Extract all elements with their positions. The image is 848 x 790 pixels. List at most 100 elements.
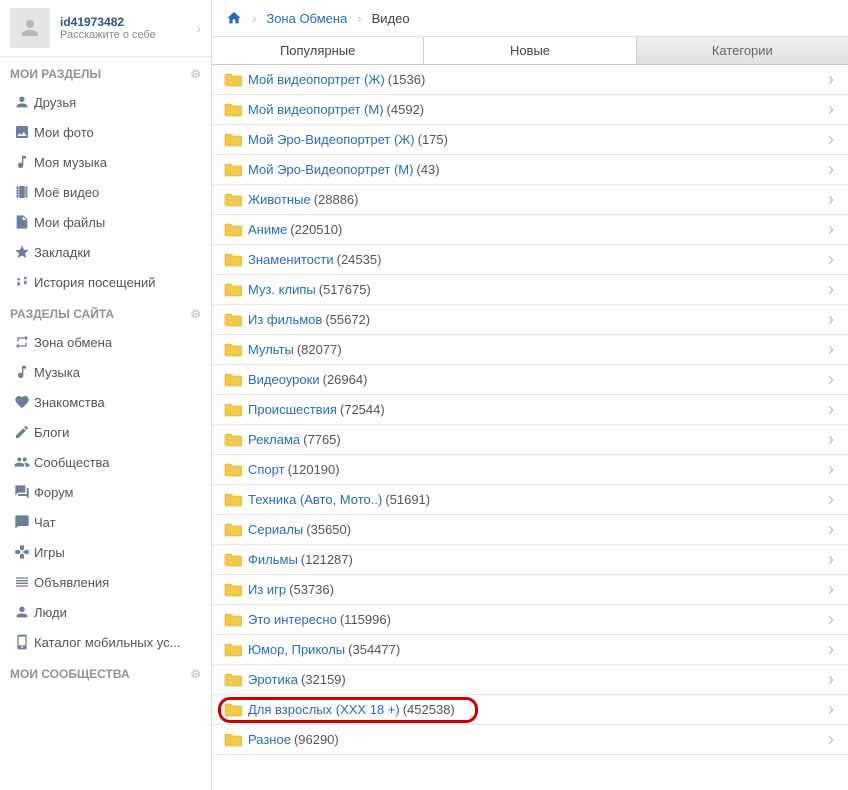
folder-row[interactable]: Эротика (32159)› — [212, 665, 848, 695]
folder-icon — [224, 193, 242, 207]
nav-my-item-5[interactable]: Закладки — [0, 237, 211, 267]
user-icon — [10, 94, 34, 110]
gear-icon[interactable]: ⚙ — [190, 307, 201, 321]
tabs: Популярные Новые Категории — [212, 37, 848, 65]
nav-my-item-6[interactable]: История посещений — [0, 267, 211, 297]
folder-row[interactable]: Аниме (220510)› — [212, 215, 848, 245]
music-icon — [10, 364, 34, 380]
nav-my-item-4[interactable]: Мои файлы — [0, 207, 211, 237]
nav-site-item-8[interactable]: Объявления — [0, 567, 211, 597]
folder-name: Знаменитости — [248, 252, 334, 267]
folder-name: Аниме — [248, 222, 287, 237]
folder-row[interactable]: Муз. клипы (517675)› — [212, 275, 848, 305]
folder-icon — [224, 163, 242, 177]
folder-row[interactable]: Знаменитости (24535)› — [212, 245, 848, 275]
nav-site-item-6[interactable]: Чат — [0, 507, 211, 537]
folder-row[interactable]: Для взрослых (XXX 18 +) (452538)› — [212, 695, 848, 725]
folder-icon — [224, 643, 242, 657]
sidebar: id41973482 Расскажите о себе › МОИ РАЗДЕ… — [0, 0, 212, 790]
home-icon[interactable] — [226, 10, 242, 26]
chevron-right-icon: › — [828, 369, 834, 390]
games-icon — [10, 544, 34, 560]
heart-icon — [10, 394, 34, 410]
folder-row[interactable]: Реклама (7765)› — [212, 425, 848, 455]
gear-icon[interactable]: ⚙ — [190, 667, 201, 681]
folder-row[interactable]: Животные (28886)› — [212, 185, 848, 215]
folder-icon — [224, 313, 242, 327]
nav-label: Каталог мобильных ус... — [34, 635, 180, 650]
folder-row[interactable]: Происшествия (72544)› — [212, 395, 848, 425]
nav-my-item-0[interactable]: Друзья — [0, 87, 211, 117]
folder-row[interactable]: Мой Эро-Видеопортрет (Ж) (175)› — [212, 125, 848, 155]
folder-count: (517675) — [319, 282, 371, 297]
person-icon — [10, 604, 34, 620]
chevron-right-icon: › — [828, 249, 834, 270]
chevron-right-icon: › — [828, 189, 834, 210]
folder-count: (43) — [416, 162, 439, 177]
chat-icon — [10, 514, 34, 530]
nav-my-item-3[interactable]: Моё видео — [0, 177, 211, 207]
chevron-right-icon: › — [828, 699, 834, 720]
breadcrumb-link[interactable]: Зона Обмена — [266, 11, 347, 26]
tab-new[interactable]: Новые — [424, 37, 636, 64]
profile[interactable]: id41973482 Расскажите о себе › — [0, 0, 211, 57]
folder-row[interactable]: Сериалы (35650)› — [212, 515, 848, 545]
folder-row[interactable]: Разное (96290)› — [212, 725, 848, 755]
folder-icon — [224, 103, 242, 117]
folder-row[interactable]: Из игр (53736)› — [212, 575, 848, 605]
nav-label: Объявления — [34, 575, 109, 590]
nav-site-item-9[interactable]: Люди — [0, 597, 211, 627]
folder-row[interactable]: Техника (Авто, Мото..) (51691)› — [212, 485, 848, 515]
folder-icon — [224, 463, 242, 477]
folder-name: Мой Эро-Видеопортрет (М) — [248, 162, 413, 177]
folder-row[interactable]: Юмор, Приколы (354477)› — [212, 635, 848, 665]
profile-about[interactable]: Расскажите о себе — [60, 29, 197, 41]
folder-name: Спорт — [248, 462, 285, 477]
folder-icon — [224, 343, 242, 357]
chevron-right-icon: › — [828, 549, 834, 570]
chevron-right-icon: › — [828, 519, 834, 540]
folder-row[interactable]: Видеоуроки (26964)› — [212, 365, 848, 395]
nav-site-item-10[interactable]: Каталог мобильных ус... — [0, 627, 211, 657]
folder-count: (51691) — [385, 492, 430, 507]
chevron-right-icon: › — [828, 609, 834, 630]
avatar — [10, 8, 50, 48]
folder-row[interactable]: Из фильмов (55672)› — [212, 305, 848, 335]
main: › Зона Обмена › Видео Популярные Новые К… — [212, 0, 848, 790]
section-header-my: МОИ РАЗДЕЛЫ ⚙ — [0, 57, 211, 87]
chevron-right-icon: › — [828, 579, 834, 600]
folder-row[interactable]: Это интересно (115996)› — [212, 605, 848, 635]
folder-row[interactable]: Спорт (120190)› — [212, 455, 848, 485]
folder-count: (354477) — [348, 642, 400, 657]
nav-site-item-3[interactable]: Блоги — [0, 417, 211, 447]
nav-my-item-2[interactable]: Моя музыка — [0, 147, 211, 177]
folder-row[interactable]: Фильмы (121287)› — [212, 545, 848, 575]
nav-my-item-1[interactable]: Мои фото — [0, 117, 211, 147]
folder-icon — [224, 433, 242, 447]
nav-site-item-0[interactable]: Зона обмена — [0, 327, 211, 357]
tab-popular[interactable]: Популярные — [212, 37, 424, 64]
folder-row[interactable]: Мой Эро-Видеопортрет (М) (43)› — [212, 155, 848, 185]
chevron-right-icon: › — [357, 11, 361, 26]
folder-name: Сериалы — [248, 522, 303, 537]
tab-categories[interactable]: Категории — [637, 37, 848, 64]
folder-icon — [224, 613, 242, 627]
nav-site-item-7[interactable]: Игры — [0, 537, 211, 567]
nav-site-item-4[interactable]: Сообщества — [0, 447, 211, 477]
phone-icon — [10, 634, 34, 650]
forum-icon — [10, 484, 34, 500]
chevron-right-icon: › — [828, 669, 834, 690]
gear-icon[interactable]: ⚙ — [190, 67, 201, 81]
folder-icon — [224, 373, 242, 387]
nav-site-item-5[interactable]: Форум — [0, 477, 211, 507]
nav-site-item-2[interactable]: Знакомства — [0, 387, 211, 417]
chevron-right-icon: › — [828, 339, 834, 360]
nav-site-item-1[interactable]: Музыка — [0, 357, 211, 387]
folder-row[interactable]: Мульты (82077)› — [212, 335, 848, 365]
folder-row[interactable]: Мой видеопортрет (М) (4592)› — [212, 95, 848, 125]
folder-name: Мой видеопортрет (М) — [248, 102, 384, 117]
folder-count: (452538) — [403, 702, 455, 717]
folder-row[interactable]: Мой видеопортрет (Ж) (1536)› — [212, 65, 848, 95]
star-icon — [10, 244, 34, 260]
board-icon — [10, 574, 34, 590]
